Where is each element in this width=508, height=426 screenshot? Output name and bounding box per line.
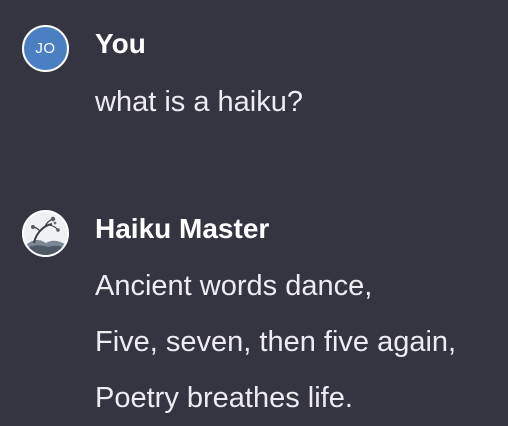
tree-ink-icon: [24, 212, 67, 255]
haiku-line: Poetry breathes life.: [95, 382, 353, 414]
user-avatar: JO: [22, 25, 69, 72]
haiku-master-avatar-icon: [22, 210, 69, 257]
assistant-author-name: Haiku Master: [95, 213, 270, 244]
user-author-name: You: [95, 28, 146, 59]
assistant-message-text-block: Ancient words dance, Five, seven, then f…: [95, 258, 456, 426]
haiku-line: Ancient words dance,: [95, 270, 373, 302]
user-message-text-block: what is a haiku?: [95, 74, 303, 130]
haiku-line: Five, seven, then five again,: [95, 326, 457, 358]
user-message-text: what is a haiku?: [95, 86, 303, 118]
user-avatar-initials: JO: [35, 40, 56, 57]
